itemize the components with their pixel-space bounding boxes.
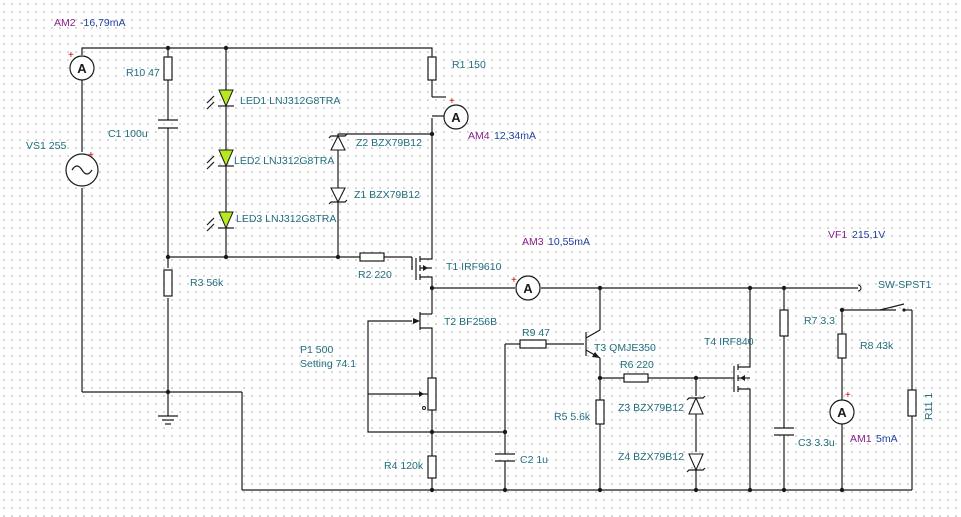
jfet-t2-icon[interactable]: [413, 312, 433, 330]
p1-setting: Setting 74.1: [300, 358, 356, 370]
plus-sign: +: [68, 50, 74, 61]
led3-icon[interactable]: [206, 211, 234, 232]
ammeter-am4-icon[interactable]: A +: [443, 96, 469, 130]
c1-label: C1 100u: [108, 128, 148, 140]
zener-z1-icon[interactable]: [328, 187, 348, 205]
resistor-r9[interactable]: [519, 339, 547, 349]
led3-label: LED3 LNJ312G8TRA: [236, 213, 336, 225]
capacitor-c1-icon[interactable]: [158, 119, 178, 142]
r1-label: R1 150: [452, 59, 486, 71]
plus-sign: +: [511, 275, 517, 286]
mosfet-t4-icon[interactable]: [730, 362, 751, 396]
plus-sign: +: [845, 390, 851, 401]
resistor-r6[interactable]: [623, 373, 649, 383]
led2-icon[interactable]: [206, 149, 234, 170]
led1-icon[interactable]: [206, 89, 234, 110]
resistor-r3[interactable]: [163, 269, 173, 297]
z2-label: Z2 BZX79B12: [356, 137, 422, 149]
resistors: [163, 56, 917, 479]
am4-name: AM4: [468, 130, 490, 142]
t2-label: T2 BF256B: [444, 316, 497, 328]
zener-z4-icon[interactable]: [686, 453, 706, 473]
r7-label: R7 3.3: [804, 315, 835, 327]
resistor-r7[interactable]: [779, 309, 789, 337]
am1-value: 5mA: [876, 433, 898, 445]
vf1-value: 215,1V: [852, 229, 885, 241]
r6-label: R6 220: [620, 359, 654, 371]
vs1-label: VS1 255: [26, 140, 66, 152]
z1-label: Z1 BZX79B12: [354, 189, 420, 201]
r10-label: R10 47: [126, 67, 160, 79]
ammeter-am2-icon[interactable]: A +: [68, 50, 95, 81]
am4-value: 12,34mA: [494, 130, 536, 142]
ground-icon: [158, 410, 178, 425]
ammeter-am3-icon[interactable]: A +: [511, 275, 541, 301]
resistor-r10[interactable]: [163, 56, 173, 81]
r11-label: R11 1: [923, 393, 935, 420]
t4-label: T4 IRF840: [704, 336, 754, 348]
plus-sign: +: [88, 150, 94, 161]
zener-z3-icon[interactable]: [686, 395, 706, 415]
z3-label: Z3 BZX79B12: [618, 402, 684, 414]
capacitor-c2-icon[interactable]: [495, 453, 515, 468]
r5-label: R5 5.6k: [554, 411, 591, 423]
resistor-r4[interactable]: [427, 455, 437, 479]
am3-value: 10,55mA: [548, 236, 590, 248]
c2-label: C2 1u: [520, 454, 548, 466]
mosfet-t1-icon[interactable]: [411, 255, 433, 280]
vf1-name: VF1: [828, 229, 847, 241]
t1-label: T1 IRF9610: [446, 261, 502, 273]
zener-z2-icon[interactable]: [328, 133, 348, 151]
resistor-r5[interactable]: [595, 399, 605, 425]
plus-sign: +: [449, 96, 455, 107]
r3-label: R3 56k: [190, 277, 224, 289]
r4-label: R4 120k: [384, 460, 424, 472]
resistor-r11[interactable]: [907, 389, 917, 417]
capacitors: [158, 119, 794, 468]
am3-name: AM3: [522, 236, 544, 248]
led2-label: LED2 LNJ312G8TRA: [234, 155, 334, 167]
t3-label: T3 QMJE350: [594, 342, 656, 354]
capacitor-c3-icon[interactable]: [774, 427, 794, 442]
am2-name: AM2: [54, 17, 76, 29]
ammeter-glyph: A: [451, 110, 461, 125]
circuit-diagram: A + A + A + A + + AM2 -16,79mA R10 47 C1…: [26, 17, 935, 493]
r9-label: R9 47: [522, 327, 550, 339]
c3-label: C3 3.3u: [798, 437, 835, 449]
led1-label: LED1 LNJ312G8TRA: [240, 95, 340, 107]
labels: AM2 -16,79mA R10 47 C1 100u VS1 255 LED1…: [26, 17, 935, 472]
voltage-source-icon[interactable]: +: [65, 150, 99, 187]
r2-label: R2 220: [358, 269, 392, 281]
potentiometer-p1-icon[interactable]: [419, 377, 437, 411]
sw-label: SW-SPST1: [878, 279, 932, 291]
ammeter-glyph: A: [523, 281, 533, 296]
p1-label: P1 500: [300, 344, 333, 356]
r8-label: R8 43k: [860, 340, 894, 352]
resistor-r1[interactable]: [427, 56, 437, 81]
ammeter-glyph: A: [77, 61, 87, 76]
ammeter-glyph: A: [837, 405, 847, 420]
resistor-r2[interactable]: [359, 252, 385, 262]
z4-label: Z4 BZX79B12: [618, 451, 684, 463]
resistor-r8[interactable]: [837, 333, 847, 359]
am2-value: -16,79mA: [80, 17, 126, 29]
am1-name: AM1: [850, 433, 872, 445]
